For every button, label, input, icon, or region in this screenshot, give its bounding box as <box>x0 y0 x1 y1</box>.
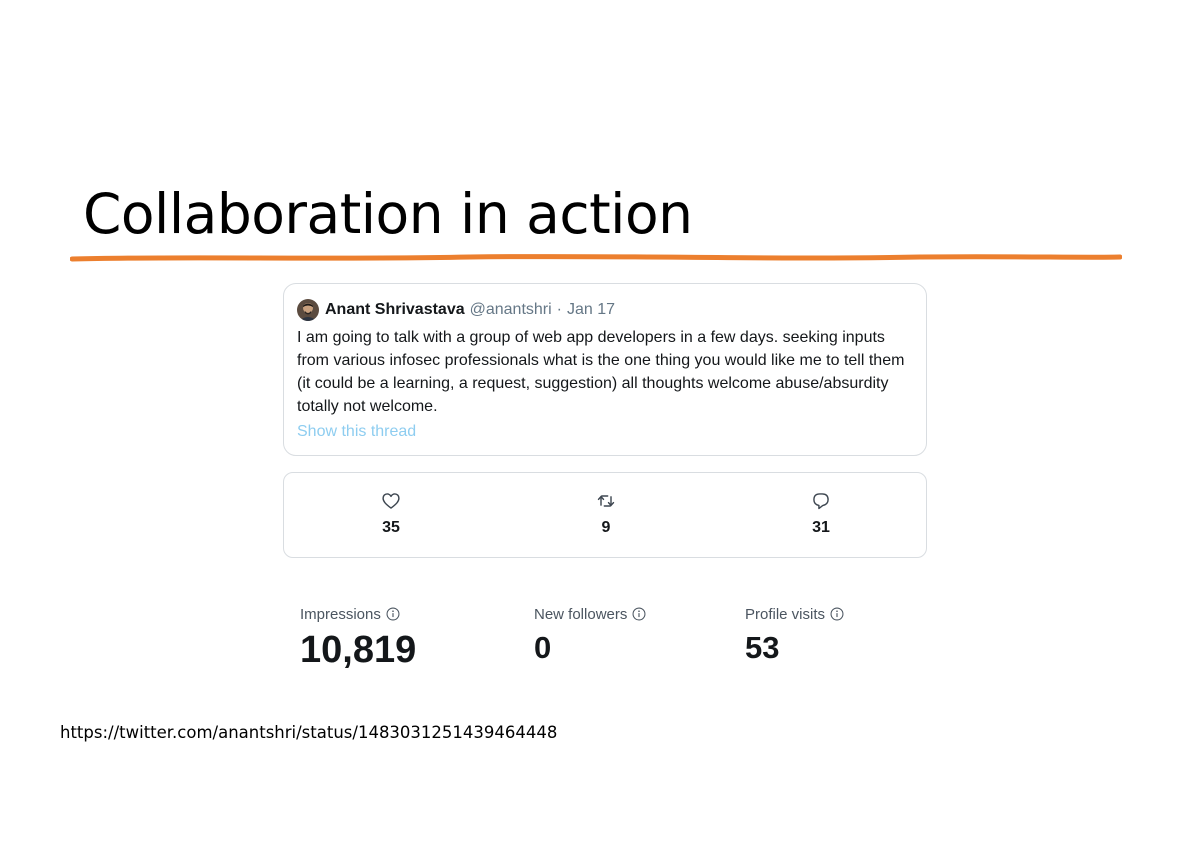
info-icon[interactable] <box>386 607 400 621</box>
retweet-icon <box>597 495 615 507</box>
profile-visits-stat: Profile visits 53 <box>745 604 844 666</box>
new-followers-stat: New followers 0 <box>534 604 646 666</box>
profile-visits-value: 53 <box>745 630 780 665</box>
author-handle[interactable]: @anantshri <box>470 301 552 319</box>
reply-icon <box>813 493 829 510</box>
tweet-text: I am going to talk with a group of web a… <box>297 329 905 415</box>
info-icon[interactable] <box>632 607 646 621</box>
engagement-card: 35 9 31 <box>283 472 927 558</box>
separator: · <box>556 301 562 318</box>
profile-visits-label: Profile visits <box>745 605 826 623</box>
info-icon[interactable] <box>830 607 844 621</box>
tweet-card[interactable]: Anant Shrivastava @anantshri · Jan 17 I … <box>283 283 927 456</box>
source-url[interactable]: https://twitter.com/anantshri/status/148… <box>60 723 557 742</box>
tweet-date[interactable]: Jan 17 <box>567 301 615 319</box>
show-thread-link[interactable]: Show this thread <box>297 423 416 441</box>
like-count: 35 <box>382 519 400 536</box>
impressions-value: 10,819 <box>300 629 417 671</box>
like-action[interactable]: 35 <box>351 491 431 537</box>
impressions-stat: Impressions 10,819 <box>300 604 416 672</box>
reply-count: 31 <box>812 519 830 536</box>
impressions-label: Impressions <box>300 605 381 623</box>
slide-title: Collaboration in action <box>83 182 693 246</box>
new-followers-value: 0 <box>534 630 552 665</box>
retweet-action[interactable]: 9 <box>566 491 646 537</box>
new-followers-label: New followers <box>534 605 628 623</box>
heart-icon <box>382 493 400 509</box>
tweet-header: Anant Shrivastava @anantshri · Jan 17 <box>297 298 615 322</box>
author-name[interactable]: Anant Shrivastava <box>325 301 465 319</box>
title-underline <box>70 254 1122 262</box>
reply-action[interactable]: 31 <box>781 491 861 537</box>
retweet-count: 9 <box>601 519 611 536</box>
avatar[interactable] <box>297 299 319 321</box>
